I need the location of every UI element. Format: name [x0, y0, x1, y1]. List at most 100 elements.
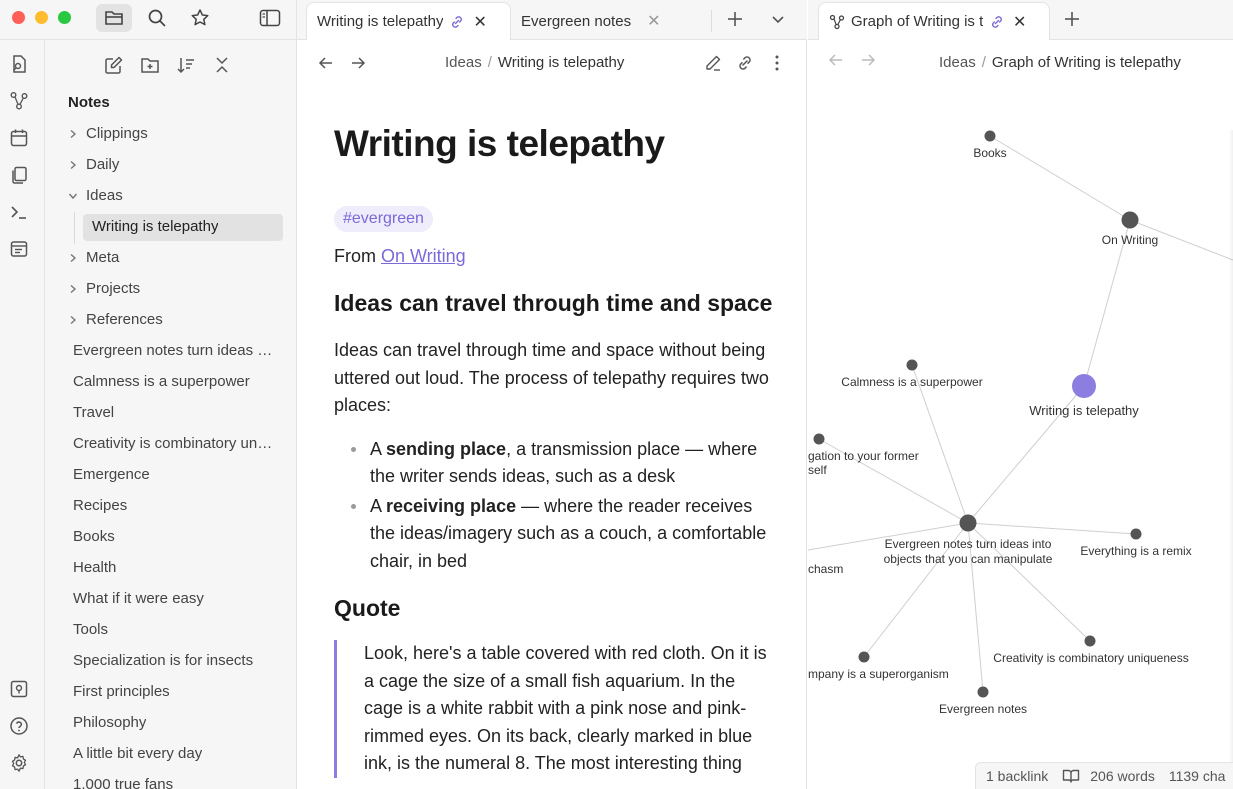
- folder-projects[interactable]: Projects: [45, 273, 296, 304]
- help-button[interactable]: [8, 715, 30, 737]
- tag-badge[interactable]: #evergreen: [334, 206, 433, 232]
- folder-label: References: [86, 311, 163, 328]
- forward-button[interactable]: [348, 52, 368, 74]
- graph-node-calmness[interactable]: [906, 359, 918, 371]
- note-content: Writing is telepathy #evergreen From On …: [334, 122, 774, 778]
- canvas-button[interactable]: [8, 238, 30, 260]
- templates-icon: [12, 166, 27, 184]
- file-item[interactable]: A little bit every day: [45, 738, 296, 769]
- breadcrumb-parent[interactable]: Ideas: [445, 54, 482, 71]
- link-icon: [739, 56, 751, 70]
- more-options-button[interactable]: [766, 52, 788, 74]
- file-item[interactable]: First principles: [45, 676, 296, 707]
- file-label: Travel: [73, 404, 115, 421]
- file-item[interactable]: Tools: [45, 614, 296, 645]
- section-heading: Quote: [334, 595, 401, 621]
- graph-node-superorganism[interactable]: [858, 651, 870, 663]
- linked-view-button[interactable]: [734, 52, 756, 74]
- file-item[interactable]: Travel: [45, 397, 296, 428]
- daily-note-button[interactable]: [8, 127, 30, 149]
- tab-list-button[interactable]: [760, 5, 796, 33]
- graph-node-creativity[interactable]: [1084, 635, 1096, 647]
- command-palette-button[interactable]: [8, 201, 30, 223]
- tab-graph-of-writing-is-telepathy[interactable]: Graph of Writing is telepathy ✕: [818, 2, 1050, 40]
- file-writing-is-telepathy[interactable]: Writing is telepathy: [45, 211, 296, 242]
- bookmarks-tab-button[interactable]: [182, 4, 218, 32]
- graph-node-evergreen-notes[interactable]: [977, 686, 989, 698]
- vault-name[interactable]: Notes: [68, 94, 110, 111]
- templates-button[interactable]: [8, 164, 30, 186]
- file-label: 1,000 true fans: [73, 776, 174, 789]
- graph-node-current[interactable]: [1072, 374, 1096, 398]
- folder-label: Ideas: [86, 187, 123, 204]
- zoom-window-button[interactable]: [58, 11, 71, 24]
- graph-view-button[interactable]: [8, 90, 30, 112]
- file-item[interactable]: Philosophy: [45, 707, 296, 738]
- minimize-window-button[interactable]: [35, 11, 48, 24]
- sort-button[interactable]: [175, 54, 197, 76]
- folder-meta[interactable]: Meta: [45, 242, 296, 273]
- file-item[interactable]: Specialization is for insects: [45, 645, 296, 676]
- new-tab-button[interactable]: [1054, 5, 1090, 33]
- graph-label-evergreen-hub: Evergreen notes turn ideas into objects …: [883, 537, 1053, 566]
- close-tab-icon[interactable]: ✕: [473, 12, 486, 32]
- link-icon: [992, 15, 1002, 28]
- new-folder-button[interactable]: [139, 54, 161, 76]
- source-prefix: From: [334, 246, 381, 266]
- file-item[interactable]: What if it were easy: [45, 583, 296, 614]
- breadcrumb-current[interactable]: Writing is telepathy: [498, 54, 624, 71]
- graph-view-icon: [829, 14, 845, 29]
- new-note-icon: [105, 56, 123, 74]
- file-item[interactable]: Creativity is combinatory uniqueness: [45, 428, 296, 459]
- graph-label-chasm: chasm: [808, 562, 844, 576]
- collapse-all-button[interactable]: [211, 54, 233, 76]
- graph-node-books[interactable]: [984, 130, 996, 142]
- folder-clippings[interactable]: Clippings: [45, 118, 296, 149]
- blockquote: Look, here's a table covered with red cl…: [334, 640, 774, 778]
- sidebar-toggle-icon: [259, 9, 281, 27]
- graph-node-former-self[interactable]: [813, 433, 825, 445]
- settings-button[interactable]: [8, 752, 30, 774]
- new-note-button[interactable]: [103, 54, 125, 76]
- folder-daily[interactable]: Daily: [45, 149, 296, 180]
- note-title[interactable]: Writing is telepathy: [334, 122, 774, 166]
- file-item[interactable]: Evergreen notes turn ideas into objects …: [45, 335, 296, 366]
- file-item[interactable]: Calmness is a superpower: [45, 366, 296, 397]
- character-count: 1139 cha: [1168, 768, 1226, 784]
- link-icon: [452, 15, 463, 28]
- daily-note-icon: [10, 129, 28, 147]
- graph-label-calmness: Calmness is a superpower: [841, 375, 983, 389]
- graph-node-on-writing[interactable]: [1121, 211, 1139, 229]
- word-count: 206 words: [1090, 768, 1155, 784]
- files-tab-button[interactable]: [96, 4, 132, 32]
- folder-references[interactable]: References: [45, 304, 296, 335]
- file-item[interactable]: Recipes: [45, 490, 296, 521]
- file-item[interactable]: Health: [45, 552, 296, 583]
- backlink-count[interactable]: 1 backlink: [986, 768, 1048, 784]
- tab-evergreen-notes[interactable]: Evergreen notes ✕: [511, 2, 701, 40]
- toggle-sidebar-button[interactable]: [252, 4, 288, 32]
- close-window-button[interactable]: [12, 11, 25, 24]
- close-tab-icon[interactable]: ✕: [647, 11, 660, 31]
- tab-writing-is-telepathy[interactable]: Writing is telepathy ✕: [306, 2, 511, 40]
- vault-switcher-button[interactable]: [8, 678, 30, 700]
- graph-node-remix[interactable]: [1130, 528, 1142, 540]
- quick-switcher-button[interactable]: [8, 53, 30, 75]
- new-tab-button[interactable]: [717, 5, 753, 33]
- back-button[interactable]: [316, 52, 336, 74]
- help-icon: [10, 717, 28, 735]
- chevron-down-icon: [67, 190, 79, 202]
- folder-ideas[interactable]: Ideas: [45, 180, 296, 211]
- edit-mode-button[interactable]: [702, 52, 724, 74]
- file-item[interactable]: Emergence: [45, 459, 296, 490]
- search-tab-button[interactable]: [139, 4, 175, 32]
- graph-node-evergreen-hub[interactable]: [959, 514, 977, 532]
- file-label: Emergence: [73, 466, 150, 483]
- close-tab-icon[interactable]: ✕: [1013, 12, 1026, 32]
- chevron-right-icon: [67, 159, 79, 171]
- file-item[interactable]: Books: [45, 521, 296, 552]
- file-item[interactable]: 1,000 true fans: [45, 769, 296, 789]
- book-open-icon[interactable]: [1062, 768, 1080, 784]
- internal-link[interactable]: On Writing: [381, 246, 466, 266]
- collapse-icon: [216, 57, 228, 73]
